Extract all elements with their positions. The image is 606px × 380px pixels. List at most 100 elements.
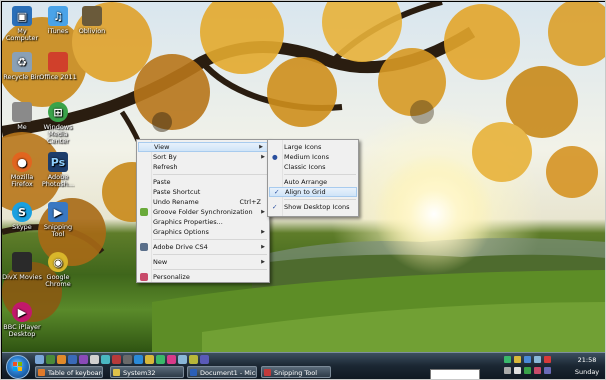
- quick-launch-icon[interactable]: [156, 355, 165, 364]
- tray-security-icon[interactable]: [514, 356, 521, 363]
- desktop-icon-label: Skype: [12, 223, 32, 231]
- menu-item-sort-by[interactable]: Sort By ▶: [137, 152, 269, 162]
- scissors-icon: [264, 369, 271, 376]
- desktop-icon-chrome[interactable]: ◉ Google Chrome: [38, 252, 78, 288]
- taskbar: Table of keyboard s... System32 Document…: [2, 352, 605, 379]
- task-button-document1[interactable]: Document1 - Micro...: [187, 366, 257, 378]
- desktop-icon-label: iTunes: [47, 27, 69, 35]
- submenu-arrow-icon: ▶: [261, 244, 265, 250]
- menu-item-large-icons[interactable]: Large Icons: [268, 142, 358, 152]
- desktop-icon-snipping-tool[interactable]: ▶ Snipping Tool: [38, 202, 78, 238]
- desktop-icon-label: Adobe Photosh...: [41, 173, 75, 188]
- windows-logo-icon: [13, 362, 22, 371]
- menu-item-medium-icons[interactable]: ● Medium Icons: [268, 152, 358, 162]
- desktop-icon-bbc-iplayer[interactable]: ▶ BBC iPlayer Desktop: [2, 302, 42, 338]
- submenu-arrow-icon: ▶: [261, 154, 265, 160]
- submenu-arrow-icon: ▶: [261, 229, 265, 235]
- quick-launch-icon[interactable]: [200, 355, 209, 364]
- tray-sync-icon[interactable]: [534, 356, 541, 363]
- skype-icon: S: [12, 202, 32, 222]
- desktop-icon-label: Recycle Bin: [3, 73, 41, 81]
- office-icon: [48, 52, 68, 72]
- task-button-system32[interactable]: System32: [110, 366, 184, 378]
- submenu-arrow-icon: ▶: [259, 144, 263, 150]
- taskbar-clock[interactable]: 21:58 Sunday: [570, 356, 604, 376]
- shortcut-label: Ctrl+Z: [239, 198, 261, 206]
- desktop-icon-firefox[interactable]: ● Mozilla Firefox: [2, 152, 42, 188]
- desktop-icon-label: My Computer: [5, 27, 39, 42]
- quick-launch-icon[interactable]: [79, 355, 88, 364]
- quick-launch-icon[interactable]: [57, 355, 66, 364]
- task-button-keyboard-table[interactable]: Table of keyboard s...: [35, 366, 103, 378]
- menu-item-label: Medium Icons: [284, 153, 330, 161]
- menu-item-personalize[interactable]: Personalize: [137, 272, 269, 282]
- itunes-icon: ♫: [48, 6, 68, 26]
- desktop-icon-media-center[interactable]: ⊞ Windows Media Center: [38, 102, 78, 145]
- menu-item-label: Groove Folder Synchronization: [153, 208, 253, 216]
- menu-item-classic-icons[interactable]: Classic Icons: [268, 162, 358, 172]
- tray-volume-icon[interactable]: [504, 367, 511, 374]
- desktop-icon-label: DivX Movies: [2, 273, 42, 281]
- menu-item-view[interactable]: View ▶: [138, 142, 268, 152]
- tray-messenger-icon[interactable]: [534, 367, 541, 374]
- view-submenu: Large Icons ● Medium Icons Classic Icons …: [267, 139, 359, 217]
- divx-icon: [12, 252, 32, 272]
- menu-item-label: Refresh: [153, 163, 178, 171]
- menu-item-groove-sync[interactable]: Groove Folder Synchronization ▶: [137, 207, 269, 217]
- menu-item-show-desktop-icons[interactable]: ✓ Show Desktop Icons: [268, 202, 358, 212]
- menu-item-label: Auto Arrange: [284, 178, 328, 186]
- quick-launch-icon[interactable]: [145, 355, 154, 364]
- quick-launch-icon[interactable]: [90, 355, 99, 364]
- menu-item-refresh[interactable]: Refresh: [137, 162, 269, 172]
- tray-app-icon[interactable]: [524, 367, 531, 374]
- quick-launch-icon[interactable]: [101, 355, 110, 364]
- task-button-snipping-tool[interactable]: Snipping Tool: [261, 366, 331, 378]
- quick-launch-icon[interactable]: [35, 355, 44, 364]
- menu-item-adobe-drive[interactable]: Adobe Drive CS4 ▶: [137, 242, 269, 252]
- desktop-icon-label: Google Chrome: [45, 273, 71, 288]
- menu-item-label: Large Icons: [284, 143, 322, 151]
- desktop-icon-photoshop[interactable]: Ps Adobe Photosh...: [38, 152, 78, 188]
- quick-launch-icon[interactable]: [68, 355, 77, 364]
- quick-launch-icon[interactable]: [167, 355, 176, 364]
- desktop-icon-label: Me: [17, 123, 27, 131]
- menu-item-auto-arrange[interactable]: Auto Arrange: [268, 177, 358, 187]
- quick-launch-icon[interactable]: [178, 355, 187, 364]
- menu-item-undo-rename[interactable]: Undo Rename Ctrl+Z: [137, 197, 269, 207]
- desktop-icon-skype[interactable]: S Skype: [2, 202, 42, 231]
- desktop-icon-divx[interactable]: DivX Movies: [2, 252, 42, 281]
- desktop-icon-oblivion[interactable]: Oblivion: [72, 6, 112, 35]
- computer-icon: ▣: [12, 6, 32, 26]
- desktop-icon-recycle-bin[interactable]: ♻ Recycle Bin: [2, 52, 42, 81]
- tray-power-icon[interactable]: [514, 367, 521, 374]
- menu-item-new[interactable]: New ▶: [137, 257, 269, 267]
- quick-launch-icon[interactable]: [112, 355, 121, 364]
- quick-launch-icon[interactable]: [46, 355, 55, 364]
- menu-item-align-to-grid[interactable]: ✓ Align to Grid: [269, 187, 357, 197]
- desktop-icon-my-computer[interactable]: ▣ My Computer: [2, 6, 42, 42]
- firefox-icon: ●: [12, 152, 32, 172]
- desktop-screen: ▣ My Computer ♫ iTunes Oblivion ♻ Recycl…: [0, 0, 606, 380]
- desktop-icon-office[interactable]: Office 2011: [38, 52, 78, 81]
- menu-item-label: Align to Grid: [285, 188, 326, 196]
- tray-monitor-icon[interactable]: [544, 367, 551, 374]
- menu-item-label: View: [154, 143, 170, 151]
- menu-item-paste-shortcut[interactable]: Paste Shortcut: [137, 187, 269, 197]
- quick-launch-icon[interactable]: [123, 355, 132, 364]
- desktop-icon-me[interactable]: Me: [2, 102, 42, 131]
- tray-bluetooth-icon[interactable]: [524, 356, 531, 363]
- start-button[interactable]: [6, 355, 30, 379]
- menu-item-paste[interactable]: Paste: [137, 177, 269, 187]
- tray-alert-icon[interactable]: [544, 356, 551, 363]
- menu-item-graphics-properties[interactable]: Graphics Properties...: [137, 217, 269, 227]
- groove-icon: [140, 208, 148, 216]
- quick-launch-icon[interactable]: [134, 355, 143, 364]
- search-input[interactable]: [430, 369, 480, 379]
- menu-item-label: Classic Icons: [284, 163, 326, 171]
- quick-launch-icon[interactable]: [189, 355, 198, 364]
- menu-item-graphics-options[interactable]: Graphics Options ▶: [137, 227, 269, 237]
- tray-network-icon[interactable]: [504, 356, 511, 363]
- menu-separator: [153, 174, 267, 175]
- user-folder-icon: [12, 102, 32, 122]
- menu-separator: [153, 239, 267, 240]
